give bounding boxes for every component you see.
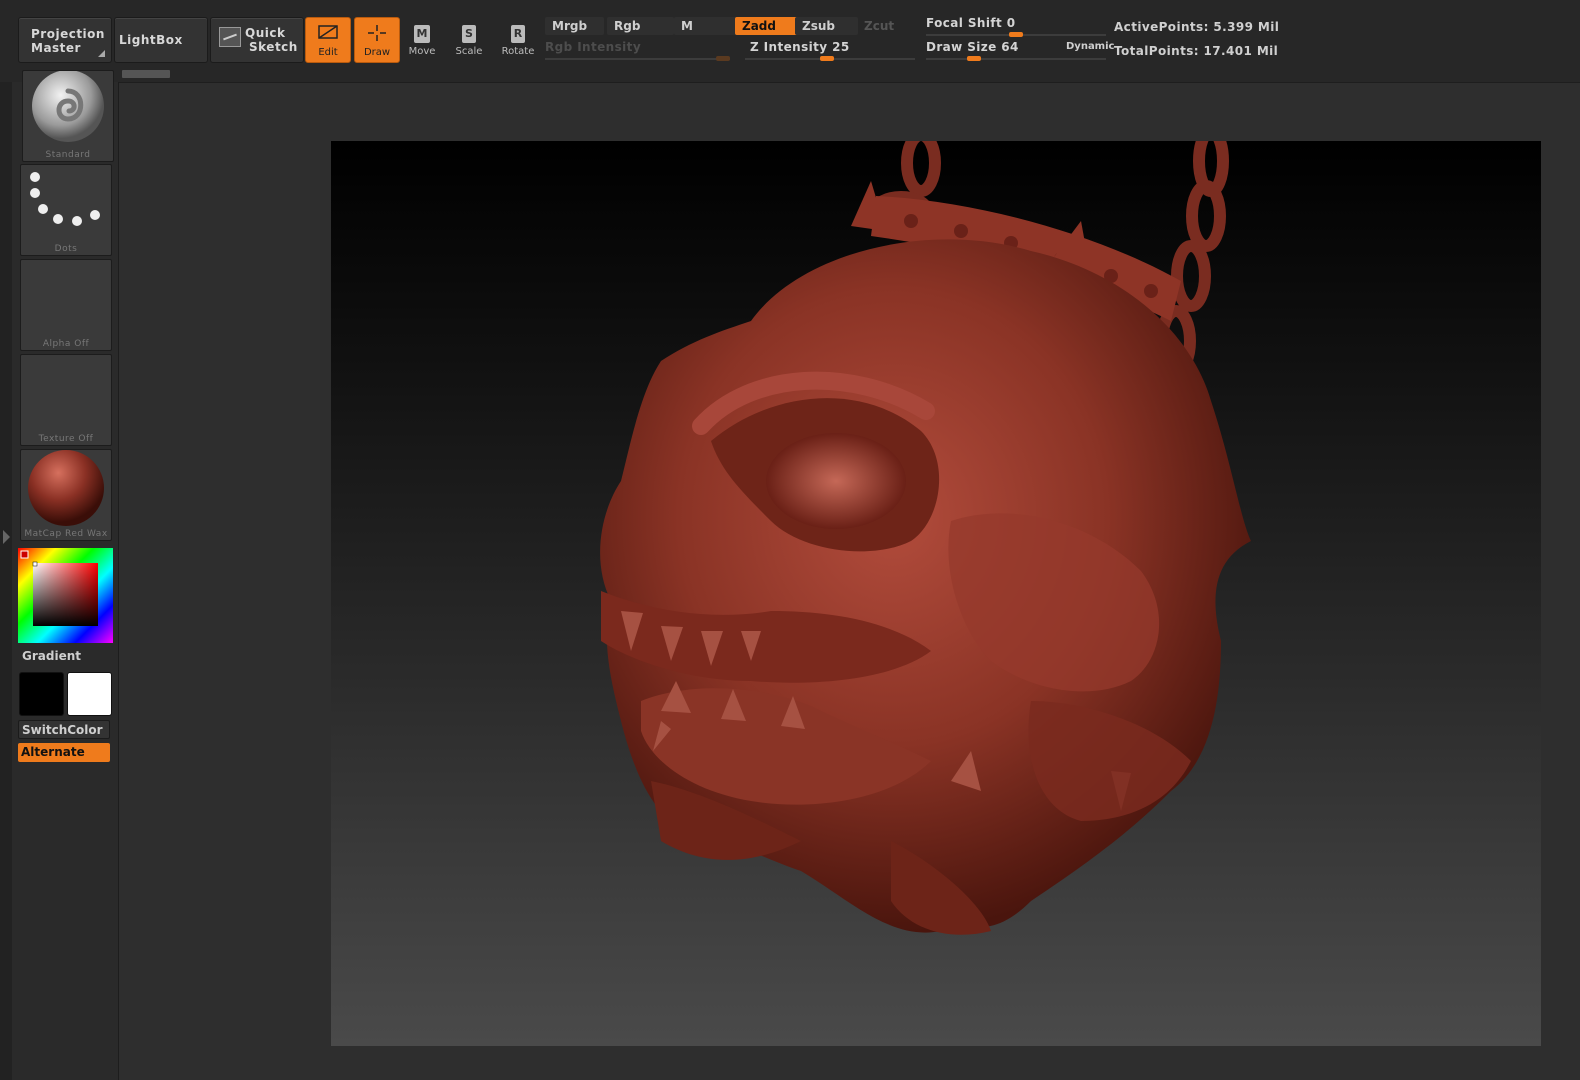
zadd-button[interactable]: Zadd	[735, 17, 800, 35]
quick-sketch-button[interactable]: Quick Sketch	[210, 17, 304, 63]
material-thumbnail[interactable]: MatCap Red Wax	[20, 449, 112, 541]
draw-size-label: Draw Size 64	[926, 40, 1019, 54]
lightbox-label: LightBox	[119, 33, 183, 47]
alternate-button[interactable]: Alternate	[18, 743, 110, 762]
draw-label: Draw	[363, 47, 391, 58]
draw-size-slider[interactable]	[926, 58, 1106, 60]
texture-label: Texture Off	[38, 434, 94, 444]
brush-thumbnail[interactable]: Standard	[22, 70, 114, 162]
move-button[interactable]: M Move	[400, 17, 444, 61]
top-toolbar: Projection Master LightBox Quick Sketch …	[0, 0, 1580, 83]
left-tray-edge[interactable]	[0, 82, 12, 1080]
zcut-button[interactable]: Zcut	[857, 17, 914, 35]
move-label: Move	[408, 46, 436, 57]
rgb-button[interactable]: Rgb	[607, 17, 674, 35]
scale-label: Scale	[455, 46, 483, 57]
scale-icon: S	[447, 23, 491, 43]
lightbox-button[interactable]: LightBox	[114, 17, 208, 63]
texture-thumbnail[interactable]: Texture Off	[20, 354, 112, 446]
projection-master-label-2: Master	[31, 41, 81, 55]
rotate-button[interactable]: R Rotate	[496, 17, 540, 61]
move-icon: M	[400, 23, 444, 43]
dots-stroke-icon	[30, 172, 100, 226]
stroke-label: Dots	[54, 244, 78, 254]
projection-master-label-1: Projection	[31, 27, 105, 41]
rgb-intensity-slider[interactable]	[545, 58, 730, 60]
color-picker-graphic	[18, 548, 113, 643]
z-intensity-knob[interactable]	[820, 56, 834, 61]
stroke-thumbnail[interactable]: Dots	[20, 164, 112, 256]
z-intensity-label: Z Intensity 25	[750, 40, 850, 54]
zsub-button[interactable]: Zsub	[795, 17, 858, 35]
rotate-icon: R	[496, 23, 540, 43]
edit-label: Edit	[318, 47, 338, 58]
sketch-icon	[219, 27, 241, 47]
scale-button[interactable]: S Scale	[447, 17, 491, 61]
draw-button[interactable]: Draw	[354, 17, 400, 63]
alpha-thumbnail[interactable]: Alpha Off	[20, 259, 112, 351]
document-canvas[interactable]	[331, 141, 1541, 1046]
quick-sketch-label-2: Sketch	[249, 40, 298, 54]
switch-color-button[interactable]: SwitchColor	[18, 720, 110, 739]
dynamic-toggle[interactable]: Dynamic	[1066, 41, 1114, 52]
main-color-swatch[interactable]	[19, 672, 64, 716]
secondary-color-swatch[interactable]	[67, 672, 112, 716]
material-label: MatCap Red Wax	[24, 529, 108, 539]
alpha-label: Alpha Off	[42, 339, 90, 349]
tray-expand-icon[interactable]	[1, 527, 13, 547]
canvas-tab-handle[interactable]	[122, 70, 170, 78]
total-points-readout: TotalPoints: 17.401 Mil	[1114, 44, 1279, 58]
draw-icon	[368, 25, 386, 41]
rgb-intensity-knob[interactable]	[716, 56, 730, 61]
edit-icon	[318, 25, 338, 39]
edit-button[interactable]: Edit	[305, 17, 351, 63]
draw-size-knob[interactable]	[967, 56, 981, 61]
corner-triangle-icon	[98, 50, 105, 57]
quick-sketch-label-1: Quick	[245, 26, 286, 40]
active-points-readout: ActivePoints: 5.399 Mil	[1114, 20, 1280, 34]
projection-master-button[interactable]: Projection Master	[18, 17, 112, 63]
sculpt-model-skull[interactable]	[331, 141, 1541, 1046]
color-picker[interactable]	[18, 548, 113, 643]
standard-brush-icon	[32, 71, 104, 142]
rgb-intensity-label: Rgb Intensity	[545, 40, 642, 54]
m-button[interactable]: M	[674, 17, 741, 35]
focal-shift-label: Focal Shift 0	[926, 16, 1016, 30]
rotate-label: Rotate	[501, 46, 535, 57]
matcap-sphere-icon	[28, 450, 104, 526]
focal-shift-knob[interactable]	[1009, 32, 1023, 37]
mrgb-button[interactable]: Mrgb	[545, 17, 604, 35]
brush-label: Standard	[45, 150, 91, 160]
gradient-label[interactable]: Gradient	[22, 649, 81, 663]
